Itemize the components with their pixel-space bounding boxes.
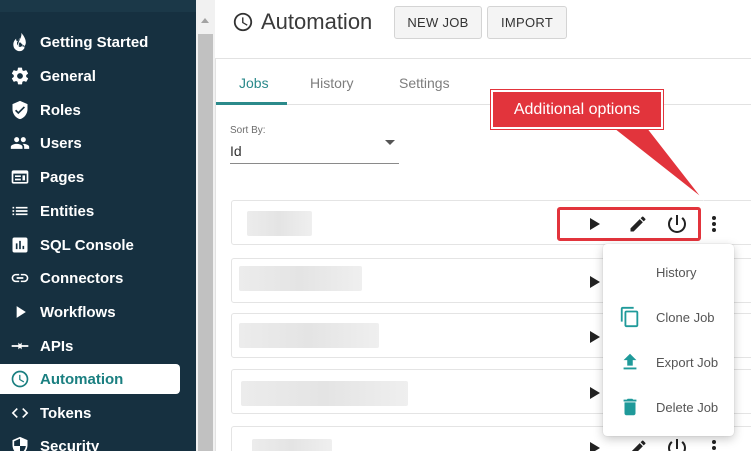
gear-icon bbox=[9, 65, 31, 87]
clock-icon bbox=[9, 368, 31, 390]
run-job-icon[interactable] bbox=[590, 442, 600, 451]
sidebar-item-getting-started[interactable]: Getting Started bbox=[0, 27, 180, 57]
sidebar-item-label: APIs bbox=[40, 337, 74, 355]
page-title: Automation bbox=[261, 9, 373, 34]
link-icon bbox=[9, 267, 31, 289]
arrows-icon bbox=[9, 335, 31, 357]
sidebar-item-entities[interactable]: Entities bbox=[0, 196, 180, 226]
sidebar-item-label: Roles bbox=[40, 101, 81, 119]
sort-select-underline bbox=[230, 163, 399, 164]
sidebar-item-label: Security bbox=[40, 437, 100, 451]
additional-options-callout: Additional options bbox=[491, 90, 663, 129]
power-icon[interactable] bbox=[665, 436, 689, 451]
more-options-icon[interactable] bbox=[712, 216, 716, 234]
code-icon bbox=[9, 402, 31, 424]
clock-icon bbox=[233, 12, 253, 32]
chart-box-icon bbox=[9, 234, 31, 256]
tab-settings[interactable]: Settings bbox=[399, 75, 450, 91]
menu-item-clone-job[interactable]: Clone Job bbox=[603, 297, 734, 337]
sidebar-item-label: Users bbox=[40, 134, 82, 152]
sidebar-item-workflows[interactable]: Workflows bbox=[0, 297, 180, 327]
edit-pencil-icon[interactable] bbox=[628, 438, 648, 451]
tab-jobs[interactable]: Jobs bbox=[239, 75, 269, 91]
actions-highlight-box bbox=[557, 207, 701, 241]
new-job-button[interactable]: NEW JOB bbox=[394, 6, 482, 39]
job-options-menu: History Clone Job Export Job Delete Job bbox=[603, 244, 734, 436]
menu-item-delete-job[interactable]: Delete Job bbox=[603, 387, 734, 427]
run-job-icon[interactable] bbox=[590, 331, 600, 343]
shield-check-icon bbox=[9, 99, 31, 121]
import-button[interactable]: IMPORT bbox=[487, 6, 567, 39]
scroll-up-arrow-icon[interactable] bbox=[201, 18, 209, 23]
chevron-down-icon[interactable] bbox=[385, 140, 395, 145]
sidebar-item-general[interactable]: General bbox=[0, 61, 180, 91]
tab-history[interactable]: History bbox=[310, 75, 354, 91]
sidebar-item-label: Workflows bbox=[40, 303, 116, 321]
job-name-redacted bbox=[252, 439, 332, 451]
trash-icon bbox=[623, 398, 637, 416]
menu-item-export-job[interactable]: Export Job bbox=[603, 342, 734, 382]
sidebar-item-tokens[interactable]: Tokens bbox=[0, 398, 180, 428]
sidebar-item-apis[interactable]: APIs bbox=[0, 331, 180, 361]
sort-by-select[interactable]: Id bbox=[230, 143, 242, 159]
sidebar-item-label: Getting Started bbox=[40, 33, 149, 51]
menu-item-label: Clone Job bbox=[656, 309, 715, 325]
play-icon bbox=[9, 301, 31, 323]
copy-icon bbox=[620, 306, 639, 328]
users-icon bbox=[9, 132, 31, 154]
job-name-redacted bbox=[239, 323, 379, 348]
sidebar-item-roles[interactable]: Roles bbox=[0, 95, 180, 125]
menu-item-label: Export Job bbox=[656, 354, 719, 370]
job-name-redacted bbox=[247, 211, 312, 236]
sidebar: Getting Started General Roles Users Page… bbox=[0, 0, 196, 451]
sidebar-item-connectors[interactable]: Connectors bbox=[0, 263, 180, 293]
sidebar-item-users[interactable]: Users bbox=[0, 128, 180, 158]
sidebar-item-label: Tokens bbox=[40, 404, 92, 422]
sidebar-item-label: SQL Console bbox=[40, 236, 134, 254]
more-options-icon[interactable] bbox=[712, 440, 716, 451]
sidebar-item-sql-console[interactable]: SQL Console bbox=[0, 230, 180, 260]
sidebar-item-label: Automation bbox=[40, 370, 124, 388]
sort-by-label: Sort By: bbox=[230, 125, 266, 136]
run-job-icon[interactable] bbox=[590, 276, 600, 288]
job-name-redacted bbox=[241, 381, 408, 406]
menu-item-history[interactable]: History bbox=[603, 252, 734, 292]
sidebar-item-label: Entities bbox=[40, 202, 95, 220]
list-icon bbox=[9, 200, 31, 222]
sidebar-item-label: General bbox=[40, 67, 96, 85]
sidebar-item-pages[interactable]: Pages bbox=[0, 162, 180, 192]
tabs-divider bbox=[215, 104, 751, 105]
pages-icon bbox=[9, 166, 31, 188]
active-tab-indicator bbox=[216, 102, 287, 105]
job-name-redacted bbox=[239, 266, 362, 291]
menu-item-label: History bbox=[656, 264, 697, 280]
scroll-thumb[interactable] bbox=[198, 34, 213, 451]
sidebar-item-security[interactable]: Security bbox=[0, 431, 180, 451]
sidebar-item-automation[interactable]: Automation bbox=[0, 364, 180, 394]
sidebar-item-label: Pages bbox=[40, 168, 85, 186]
sidebar-scrollbar[interactable] bbox=[196, 0, 215, 451]
flame-icon bbox=[9, 31, 31, 53]
upload-icon bbox=[623, 353, 637, 370]
run-job-icon[interactable] bbox=[590, 387, 600, 399]
menu-item-label: Delete Job bbox=[656, 399, 719, 415]
sidebar-item-label: Connectors bbox=[40, 269, 124, 287]
sidebar-top-strip bbox=[0, 0, 196, 12]
security-icon bbox=[9, 435, 31, 451]
